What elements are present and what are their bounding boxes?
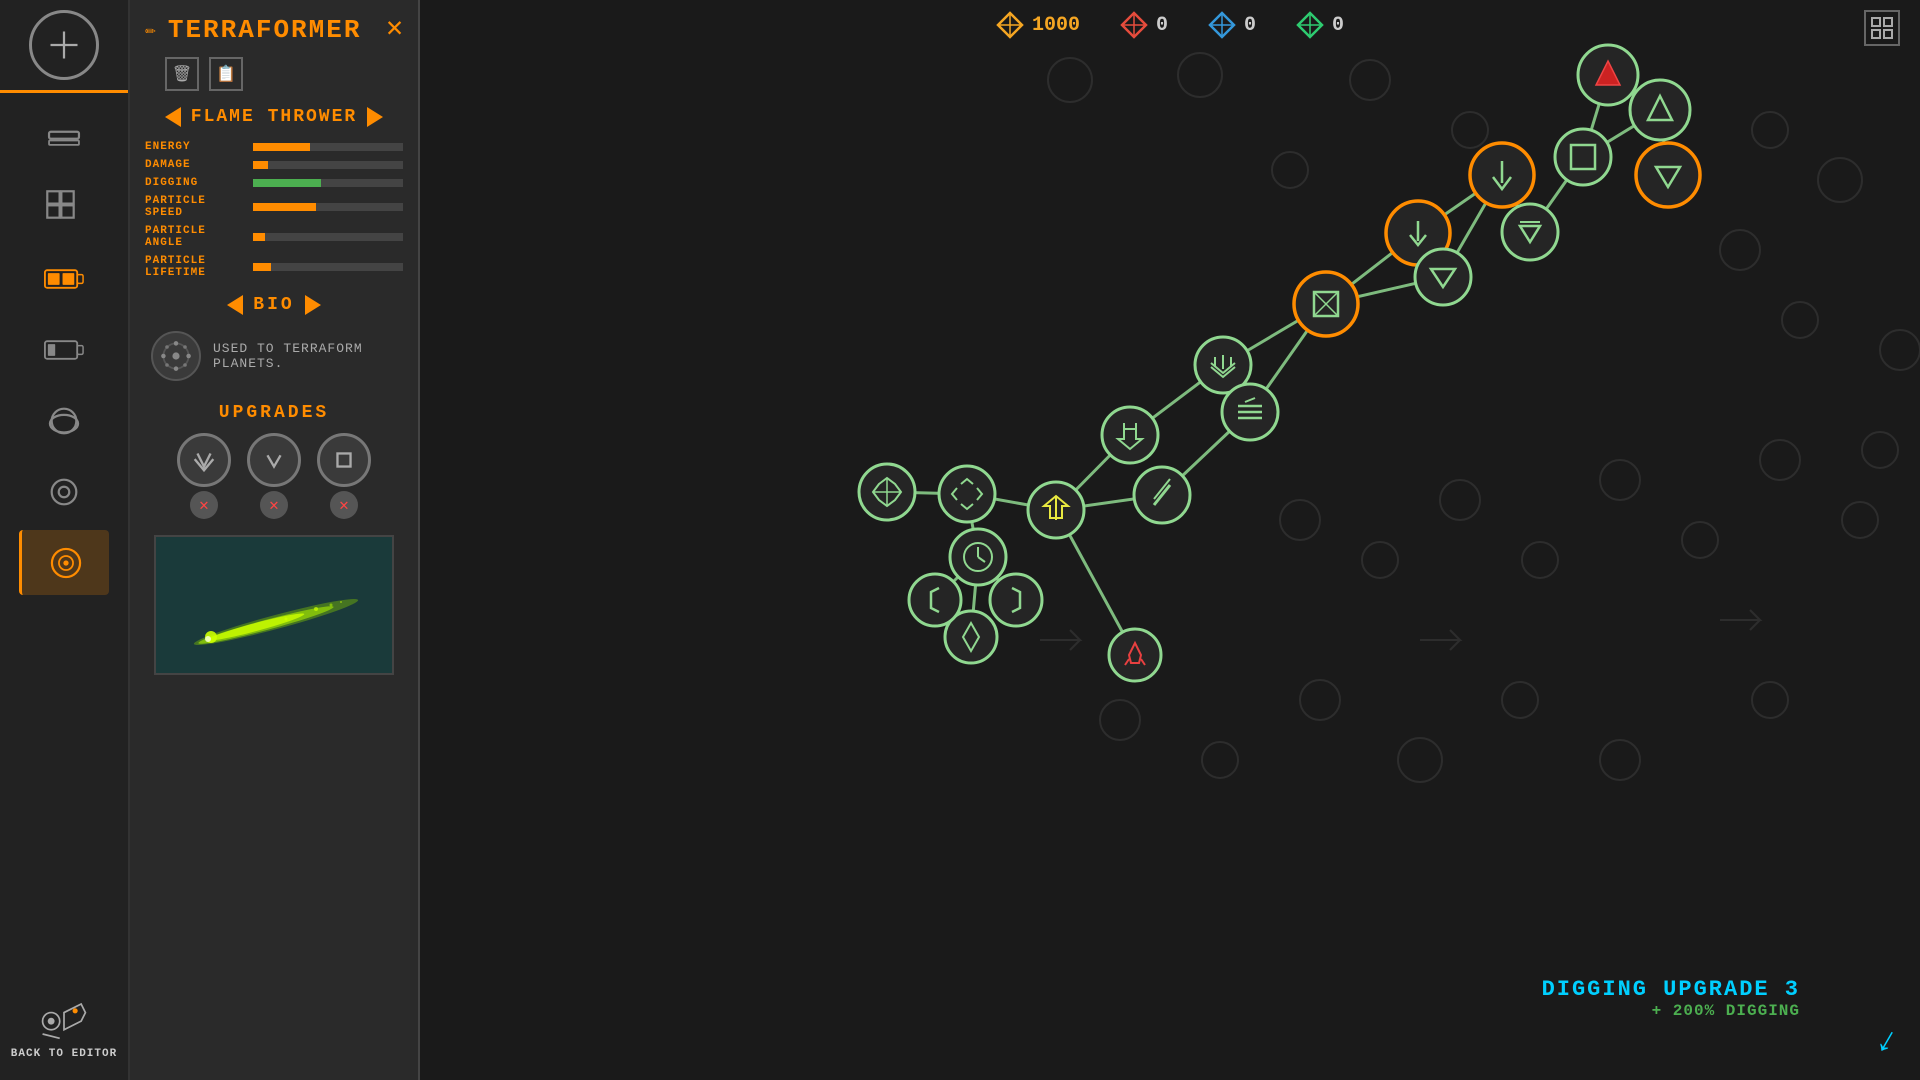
grid-button[interactable]: [1864, 10, 1900, 46]
skill-tree: [420, 0, 1920, 1080]
bio-icon: [151, 331, 201, 381]
resource-green-value: 0: [1332, 14, 1344, 37]
stat-damage: DAMAGE: [145, 159, 403, 171]
upgrade-circle-3[interactable]: [317, 433, 371, 487]
weapon-selector: FLAME THROWER: [145, 107, 403, 127]
node-n2[interactable]: [939, 466, 995, 522]
topbar: 1000 0 0 0: [420, 0, 1920, 50]
node-n21[interactable]: [1636, 143, 1700, 207]
node-n3[interactable]: [950, 529, 1006, 585]
upgrade-slot-1: ✕: [177, 433, 231, 519]
sidebar-item-battery2[interactable]: [19, 317, 109, 382]
sidebar-item-add[interactable]: [29, 10, 99, 80]
bio-prev-button[interactable]: [227, 295, 243, 315]
copy-button[interactable]: 📋: [209, 57, 243, 91]
node-n5[interactable]: [909, 574, 961, 626]
panel-title: TERRAFORMER: [168, 15, 362, 45]
stat-particle-speed: PARTICLE SPEED: [145, 195, 403, 219]
resource-gold-value: 1000: [1032, 14, 1080, 37]
sidebar-item-grid[interactable]: [19, 175, 109, 240]
stats-section: ENERGY DAMAGE DIGGING PARTICLE SPEED PAR…: [145, 141, 403, 279]
node-n7[interactable]: [1028, 482, 1084, 538]
upgrade-slot-2: ✕: [247, 433, 301, 519]
bio-section: BIO USED TO TERRAFORM PL: [145, 295, 403, 387]
stat-particle-speed-label: PARTICLE SPEED: [145, 195, 245, 219]
node-n15[interactable]: [1415, 249, 1471, 305]
upgrades-title: UPGRADES: [145, 403, 403, 423]
upgrade-remove-1[interactable]: ✕: [190, 491, 218, 519]
stat-particle-lifetime: PARTICLE LIFETIME: [145, 255, 403, 279]
sidebar-bottom: BACK TO EDITOR: [1, 984, 127, 1070]
sidebar-item-module[interactable]: [19, 459, 109, 524]
node-n20[interactable]: [1630, 80, 1690, 140]
stat-particle-speed-bar: [253, 203, 403, 211]
bio-next-button[interactable]: [305, 295, 321, 315]
bio-label: BIO: [253, 295, 294, 315]
back-to-editor-button[interactable]: BACK TO EDITOR: [1, 984, 127, 1070]
upgrade-circle-1[interactable]: [177, 433, 231, 487]
node-n13[interactable]: [1294, 272, 1358, 336]
stat-particle-angle: PARTICLE ANGLE: [145, 225, 403, 249]
delete-button[interactable]: 🗑: [165, 57, 199, 91]
bio-text: USED TO TERRAFORM PLANETS.: [213, 341, 397, 371]
sidebar-item-pipe[interactable]: [19, 104, 109, 169]
upgrades-section: UPGRADES ✕ ✕: [145, 403, 403, 519]
stat-particle-lifetime-bar: [253, 263, 403, 271]
node-n16[interactable]: [1470, 143, 1534, 207]
stat-energy-label: ENERGY: [145, 141, 245, 153]
panel-header: ✏ TERRAFORMER ✕: [145, 15, 403, 45]
resource-blue-value: 0: [1244, 14, 1256, 37]
node-n8[interactable]: [1109, 629, 1161, 681]
back-to-editor-label: BACK TO EDITOR: [11, 1048, 117, 1060]
stat-particle-lifetime-label: PARTICLE LIFETIME: [145, 255, 245, 279]
weapon-name: FLAME THROWER: [191, 107, 357, 127]
pencil-icon: ✏: [145, 19, 156, 41]
resource-gold: 1000: [996, 11, 1080, 39]
stat-energy: ENERGY: [145, 141, 403, 153]
resource-red: 0: [1120, 11, 1168, 39]
stat-particle-angle-label: PARTICLE ANGLE: [145, 225, 245, 249]
node-n18[interactable]: [1555, 129, 1611, 185]
stat-digging-bar: [253, 179, 403, 187]
upgrade-info-title: DIGGING UPGRADE 3: [1542, 977, 1800, 1002]
sidebar: BACK TO EDITOR: [0, 0, 130, 1080]
bio-content: USED TO TERRAFORM PLANETS.: [145, 325, 403, 387]
resource-green: 0: [1296, 11, 1344, 39]
sidebar-item-selected[interactable]: [19, 530, 109, 595]
node-n9[interactable]: [1102, 407, 1158, 463]
weapon-panel: ✏ TERRAFORMER ✕ 🗑 📋 FLAME THROWER ENERGY…: [130, 0, 420, 1080]
upgrade-remove-2[interactable]: ✕: [260, 491, 288, 519]
upgrades-row: ✕ ✕ ✕: [145, 433, 403, 519]
upgrade-info: DIGGING UPGRADE 3 + 200% DIGGING: [1542, 977, 1800, 1020]
upgrade-slot-3: ✕: [317, 433, 371, 519]
resource-blue: 0: [1208, 11, 1256, 39]
node-n1[interactable]: [859, 464, 915, 520]
stat-digging-label: DIGGING: [145, 177, 245, 189]
stat-damage-bar: [253, 161, 403, 169]
sidebar-item-battery[interactable]: [19, 246, 109, 311]
weapon-next-button[interactable]: [367, 107, 383, 127]
sidebar-item-shield[interactable]: [19, 388, 109, 453]
resource-red-value: 0: [1156, 14, 1168, 37]
weapon-preview: [154, 535, 394, 675]
node-n17[interactable]: [1502, 204, 1558, 260]
bio-selector: BIO: [145, 295, 403, 315]
stat-damage-label: DAMAGE: [145, 159, 245, 171]
stat-particle-angle-bar: [253, 233, 403, 241]
upgrade-info-desc: + 200% DIGGING: [1542, 1002, 1800, 1020]
node-n10[interactable]: [1134, 467, 1190, 523]
node-n6[interactable]: [990, 574, 1042, 626]
upgrade-remove-3[interactable]: ✕: [330, 491, 358, 519]
node-n19[interactable]: [1578, 45, 1638, 105]
close-button[interactable]: ✕: [386, 16, 403, 44]
upgrade-circle-2[interactable]: [247, 433, 301, 487]
weapon-prev-button[interactable]: [165, 107, 181, 127]
stat-energy-bar: [253, 143, 403, 151]
panel-actions: 🗑 📋: [145, 57, 403, 91]
stat-digging: DIGGING: [145, 177, 403, 189]
node-n12[interactable]: [1222, 384, 1278, 440]
